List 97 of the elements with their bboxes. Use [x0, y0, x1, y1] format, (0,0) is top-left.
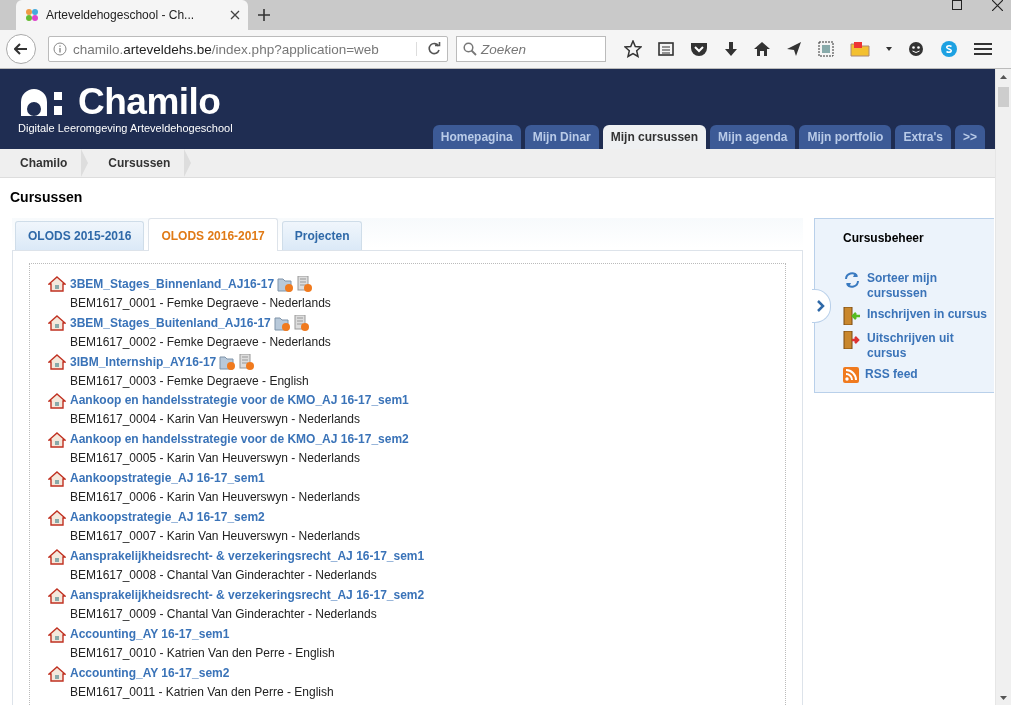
back-button[interactable] — [6, 34, 36, 64]
panel-link[interactable]: RSS feed — [865, 367, 987, 382]
course-details: BEM1617_0006 - Karin Van Heuverswyn - Nederlands — [70, 489, 360, 506]
folder-badge-icon — [277, 276, 295, 292]
browser-tab[interactable]: Arteveldehogeschool - Ch... — [16, 0, 248, 30]
refresh-icon — [843, 271, 861, 289]
house-icon — [48, 588, 66, 604]
house-icon — [48, 510, 66, 526]
course-link[interactable]: 3BEM_Stages_Buitenland_AJ16-17 — [70, 315, 331, 331]
tab-title: Arteveldehogeschool - Ch... — [46, 8, 196, 22]
house-icon — [48, 393, 66, 409]
house-icon — [48, 549, 66, 565]
reload-icon[interactable] — [416, 42, 441, 56]
search-field[interactable]: Zoeken — [456, 36, 606, 62]
breadcrumb-item[interactable]: Cursussen — [88, 149, 185, 177]
course-details: BEM1617_0002 - Femke Degraeve - Nederlands — [70, 334, 331, 351]
course-link[interactable]: 3IBM_Internship_AY16-17 — [70, 354, 309, 370]
course-details: BEM1617_0007 - Karin Van Heuverswyn - Nederlands — [70, 528, 360, 545]
address-bar[interactable]: chamilo.arteveldehs.be/index.php?application=web — [48, 36, 448, 62]
breadcrumb-item[interactable]: Chamilo — [0, 149, 82, 177]
screenshot-icon[interactable] — [818, 41, 834, 57]
course-tab[interactable]: OLODS 2015-2016 — [15, 221, 145, 250]
scroll-down-icon[interactable] — [1000, 696, 1007, 700]
course-tab[interactable]: OLODS 2016-2017 — [148, 218, 278, 251]
folder-icon[interactable] — [850, 41, 870, 57]
rss-icon — [843, 367, 859, 383]
nav-tab[interactable]: Homepagina — [432, 125, 521, 149]
panel-toggle[interactable] — [812, 289, 831, 323]
reader-icon[interactable] — [658, 41, 674, 57]
folder-badge-icon — [219, 354, 237, 370]
logo-subtitle: Digitale Leeromgeving Arteveldehogeschool — [18, 122, 233, 134]
scrollbar[interactable] — [995, 69, 1011, 705]
house-icon — [48, 276, 66, 292]
course-link[interactable]: Accounting_AY 16-17_sem2 — [70, 666, 334, 681]
course-details: BEM1617_0009 - Chantal Van Ginderachter - Nederlands — [70, 606, 378, 623]
search-icon — [463, 42, 477, 56]
course-link[interactable]: Accounting_AY 16-17_sem1 — [70, 627, 335, 642]
chat-icon[interactable] — [940, 40, 958, 58]
nav-tab[interactable]: Extra's — [895, 125, 951, 149]
scroll-up-icon[interactable] — [1000, 75, 1007, 79]
back-arrow-icon — [14, 43, 28, 55]
new-tab-icon[interactable] — [258, 9, 270, 21]
caret-icon[interactable] — [886, 47, 892, 51]
course-link[interactable]: Aankoopstrategie_AJ 16-17_sem1 — [70, 471, 360, 486]
chevron-right-icon — [817, 300, 825, 312]
course-link[interactable]: 3BEM_Stages_Binnenland_AJ16-17 — [70, 276, 331, 292]
nav-tab[interactable]: Mijn Dinar — [524, 125, 599, 149]
course-details: BEM1617_0011 - Katrien Van den Perre - English — [70, 684, 334, 701]
close-icon[interactable] — [230, 10, 240, 20]
nav-tab[interactable]: Mijn cursussen — [602, 125, 707, 149]
house-icon — [48, 666, 66, 682]
course-tab[interactable]: Projecten — [281, 221, 363, 250]
course-details: BEM1617_0003 - Femke Degraeve - English — [70, 373, 309, 390]
nav-tab[interactable]: Mijn agenda — [710, 125, 796, 149]
course-link[interactable]: Aansprakelijkheidsrecht- & verzekeringsrecht_AJ 16-17_sem2 — [70, 588, 425, 603]
panel-link[interactable]: Inschrijven in cursus — [867, 307, 989, 322]
page-title: Cursussen — [10, 189, 84, 205]
flower-icon — [24, 7, 40, 23]
course-details: BEM1617_0004 - Karin Van Heuverswyn - Nederlands — [70, 411, 361, 428]
document-badge-icon — [293, 315, 310, 331]
url-text: chamilo.arteveldehs.be/index.php?application=web — [73, 41, 380, 57]
download-icon[interactable] — [724, 41, 738, 57]
send-icon[interactable] — [786, 41, 802, 57]
course-details: BEM1617_0008 - Chantal Van Ginderachter - Nederlands — [70, 567, 378, 584]
panel-title: Cursusbeheer — [843, 231, 925, 245]
search-placeholder: Zoeken — [481, 41, 527, 57]
course-details: BEM1617_0010 - Katrien Van den Perre - English — [70, 645, 335, 662]
nav-tab[interactable]: Mijn portfolio — [799, 125, 892, 149]
house-icon — [48, 354, 66, 370]
course-link[interactable]: Aankoopstrategie_AJ 16-17_sem2 — [70, 510, 360, 525]
course-details: BEM1617_0001 - Femke Degraeve - Nederlands — [70, 295, 331, 312]
house-icon — [48, 315, 66, 331]
house-icon — [48, 471, 66, 487]
panel-link[interactable]: Uitschrijven uit cursus — [867, 331, 989, 361]
star-icon[interactable] — [624, 40, 642, 58]
course-link[interactable]: Aankoop en handelsstrategie voor de KMO_AJ 16-17_sem2 — [70, 432, 409, 447]
document-badge-icon — [239, 354, 256, 370]
scrollbar-thumb[interactable] — [998, 87, 1009, 107]
course-details: BEM1617_0005 - Karin Van Heuverswyn - Nederlands — [70, 450, 361, 467]
folder-badge-icon — [273, 315, 291, 331]
house-icon — [48, 627, 66, 643]
house-icon — [48, 432, 66, 448]
pocket-icon[interactable] — [690, 41, 708, 57]
panel-link[interactable]: Sorteer mijn cursussen — [867, 271, 989, 301]
maximize-icon[interactable] — [952, 0, 962, 10]
course-link[interactable]: Aansprakelijkheidsrecht- & verzekeringsrecht_AJ 16-17_sem1 — [70, 549, 425, 564]
home-icon[interactable] — [754, 41, 770, 57]
door-enter-icon — [843, 307, 861, 325]
document-badge-icon — [297, 276, 314, 292]
door-exit-icon — [843, 331, 861, 349]
course-link[interactable]: Aankoop en handelsstrategie voor de KMO_AJ 16-17_sem1 — [70, 393, 409, 408]
smiley-icon[interactable] — [908, 41, 924, 57]
menu-icon[interactable] — [974, 42, 992, 56]
close-icon[interactable] — [992, 0, 1003, 11]
nav-tab[interactable]: >> — [955, 125, 985, 149]
logo-text: Chamilo — [78, 83, 221, 121]
info-icon — [53, 42, 67, 56]
